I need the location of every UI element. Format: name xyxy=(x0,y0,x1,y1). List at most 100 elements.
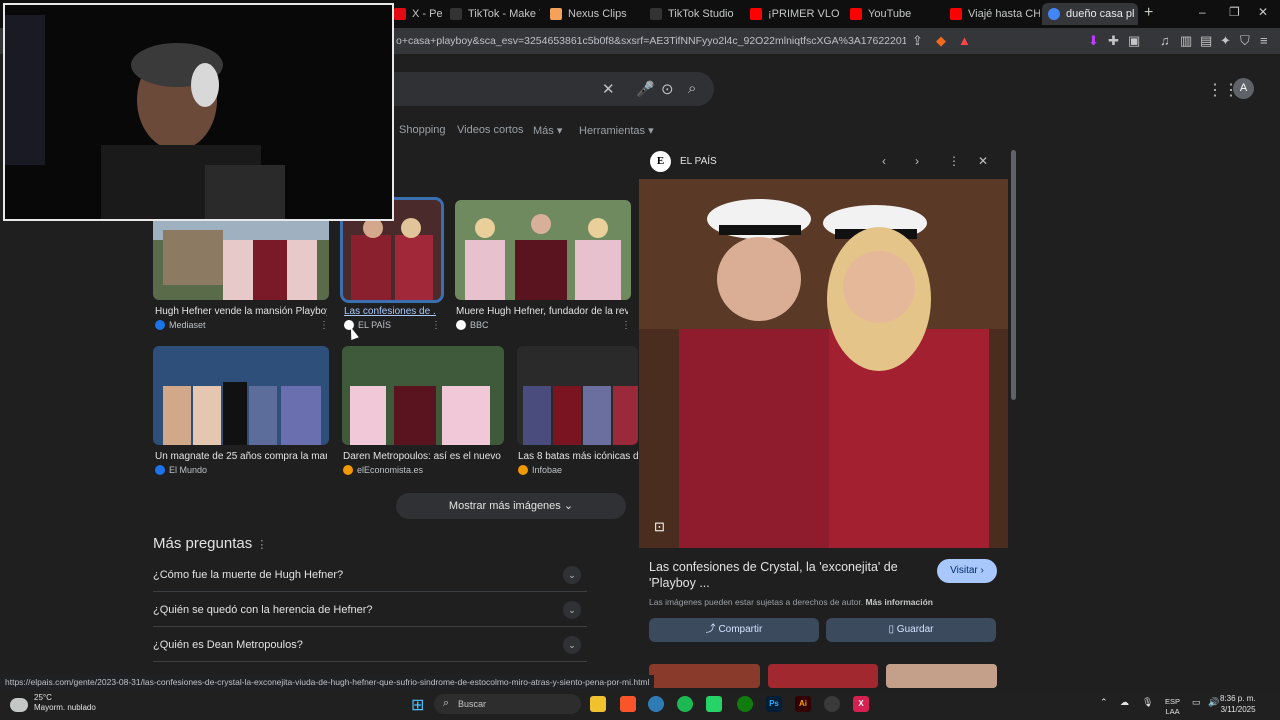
result-image[interactable] xyxy=(153,346,329,445)
source-label: Infobae xyxy=(532,465,563,475)
chevron-up-icon[interactable]: ⌃ xyxy=(1100,697,1108,708)
download-icon[interactable]: ⬇ xyxy=(1088,33,1099,49)
xbox-icon[interactable] xyxy=(737,696,753,712)
next-icon[interactable]: › xyxy=(915,154,919,168)
network-icon[interactable]: ▭ xyxy=(1192,697,1201,708)
avatar[interactable]: A xyxy=(1233,78,1254,99)
faq-item[interactable]: ¿Quién se quedó con la herencia de Hefne… xyxy=(153,593,587,627)
clear-search-icon[interactable]: ✕ xyxy=(602,80,615,98)
share-icon[interactable]: ⇪ xyxy=(912,33,923,49)
cloud-icon[interactable]: ☁ xyxy=(1120,697,1129,708)
tab-more[interactable]: Más ▾ xyxy=(533,124,562,137)
app-icon[interactable]: X xyxy=(853,696,869,712)
voice-search-icon[interactable]: 🎤 xyxy=(636,80,655,98)
visit-button[interactable]: Visitar › xyxy=(937,559,997,583)
show-more-images-button[interactable]: Mostrar más imágenes ⌄ xyxy=(396,493,626,519)
brave-rewards-icon[interactable]: ▲ xyxy=(958,33,971,48)
note-text: Las imágenes pueden estar sujetas a dere… xyxy=(649,597,864,607)
visit-label: Visitar xyxy=(950,565,978,576)
more-options-icon[interactable]: ⋮ xyxy=(256,539,267,551)
save-label: Guardar xyxy=(896,624,934,635)
sidebar-icon[interactable]: ▥ xyxy=(1180,33,1192,49)
vpn-icon[interactable]: ⛉ xyxy=(1240,33,1250,49)
result-title[interactable]: Daren Metropoulos: así es el nuevo ... xyxy=(343,451,503,462)
browser-tab[interactable]: Viajé hasta CHINA xyxy=(944,3,1040,25)
previous-icon[interactable]: ‹ xyxy=(882,154,886,168)
new-tab-button[interactable]: + xyxy=(1144,4,1153,22)
browser-tab[interactable]: X - Películ xyxy=(388,3,442,25)
photoshop-icon[interactable]: Ps xyxy=(766,696,782,712)
ai-icon[interactable]: ✦ xyxy=(1220,33,1231,49)
result-title[interactable]: Las confesiones de ... xyxy=(344,306,436,317)
result-image[interactable] xyxy=(342,346,504,445)
result-image[interactable] xyxy=(455,200,631,300)
weather-widget[interactable]: 25°C Mayorm. nublado xyxy=(10,693,96,713)
tab-shopping[interactable]: Shopping xyxy=(399,124,446,136)
brave-shield-icon[interactable]: ◆ xyxy=(936,33,946,49)
browser-tab[interactable]: TikTok - Make You xyxy=(444,3,540,25)
chevron-down-icon[interactable]: ⌄ xyxy=(563,636,581,654)
result-title[interactable]: Hugh Hefner vende la mansión Playboy... xyxy=(155,306,327,317)
share-button[interactable]: ⤴ Compartir xyxy=(649,618,819,642)
faq-question: ¿Cómo fue la muerte de Hugh Hefner? xyxy=(153,569,344,581)
close-icon[interactable]: ✕ xyxy=(978,154,988,168)
wallet-icon[interactable]: ▤ xyxy=(1200,33,1212,49)
lens-search-icon[interactable]: ⊙ xyxy=(661,80,674,98)
whatsapp-icon[interactable] xyxy=(706,696,722,712)
chevron-down-icon[interactable]: ⌄ xyxy=(563,566,581,584)
search-icon[interactable]: ⌕ xyxy=(688,80,696,97)
minimize-button[interactable]: – xyxy=(1199,5,1206,19)
chevron-down-icon[interactable]: ⌄ xyxy=(563,601,581,619)
scrollbar[interactable] xyxy=(1011,150,1016,400)
taskbar-search[interactable]: Buscar xyxy=(434,694,581,714)
browser-tab[interactable]: TikTok Studio xyxy=(644,3,740,25)
faq-item[interactable]: ¿Quién es Dean Metropoulos? ⌄ xyxy=(153,628,587,662)
related-image[interactable] xyxy=(767,664,879,688)
faq-item[interactable]: ¿Cómo fue la muerte de Hugh Hefner? ⌄ xyxy=(153,558,587,592)
browser-tab[interactable]: ¡PRIMER VLOG en xyxy=(744,3,840,25)
brave-icon[interactable] xyxy=(620,696,636,712)
address-bar[interactable]: o+casa+playboy&sca_esv=3254653861c5b0f8&… xyxy=(396,32,906,50)
volume-icon[interactable]: 🔊 xyxy=(1208,697,1219,708)
tiktok-icon xyxy=(450,8,462,20)
windows-start-icon[interactable]: ⊞ xyxy=(411,695,424,715)
group-photo xyxy=(153,346,329,445)
tab-label: ¡PRIMER VLOG en xyxy=(768,8,840,20)
lens-icon[interactable]: ⊡ xyxy=(654,519,665,535)
related-image[interactable] xyxy=(886,664,998,688)
result-image[interactable] xyxy=(517,346,638,445)
related-image[interactable] xyxy=(649,664,760,688)
illustrator-icon[interactable]: Ai xyxy=(795,696,811,712)
extensions-icon[interactable]: ✚ xyxy=(1108,33,1119,49)
result-title[interactable]: Muere Hugh Hefner, fundador de la revi..… xyxy=(456,306,628,317)
app-icon[interactable] xyxy=(824,696,840,712)
result-title[interactable]: Las 8 batas más icónicas del xyxy=(518,451,638,462)
file-explorer-icon[interactable] xyxy=(590,696,606,712)
panel-source[interactable]: E EL PAÍS xyxy=(650,151,717,172)
maximize-button[interactable]: ❐ xyxy=(1229,5,1240,19)
tab-label: dueño casa pl xyxy=(1066,8,1135,20)
more-options-icon[interactable]: ⋮ xyxy=(431,320,441,331)
panel-title[interactable]: Las confesiones de Crystal, la 'exconeji… xyxy=(649,559,919,591)
screenshot-icon[interactable]: ▣ xyxy=(1128,33,1140,49)
more-options-icon[interactable]: ⋮ xyxy=(948,154,960,168)
tab-tools[interactable]: Herramientas ▾ xyxy=(579,124,654,137)
save-button[interactable]: ▯ Guardar xyxy=(826,618,996,642)
preview-image[interactable] xyxy=(639,179,1008,548)
clock[interactable]: 8:36 p. m. 3/11/2025 xyxy=(1220,693,1256,715)
microphone-icon[interactable]: 🎙 xyxy=(1142,697,1153,708)
browser-tab[interactable]: YouTube xyxy=(844,3,940,25)
app-icon[interactable] xyxy=(648,696,664,712)
spotify-icon[interactable] xyxy=(677,696,693,712)
browser-tab-active[interactable]: dueño casa pl✕ xyxy=(1042,3,1138,25)
browser-tab[interactable]: Nexus Clips xyxy=(544,3,640,25)
language-indicator[interactable]: ESP LAA xyxy=(1165,697,1180,717)
more-options-icon[interactable]: ⋮ xyxy=(621,320,631,331)
more-options-icon[interactable]: ⋮ xyxy=(319,320,329,331)
media-icon[interactable]: ♫ xyxy=(1160,33,1170,48)
menu-icon[interactable]: ≡ xyxy=(1260,33,1268,48)
close-window-button[interactable]: ✕ xyxy=(1258,5,1268,19)
result-title[interactable]: Un magnate de 25 años compra la man... xyxy=(155,451,327,462)
tab-short-videos[interactable]: Videos cortos xyxy=(457,124,523,136)
more-info-link[interactable]: Más información xyxy=(865,597,933,607)
